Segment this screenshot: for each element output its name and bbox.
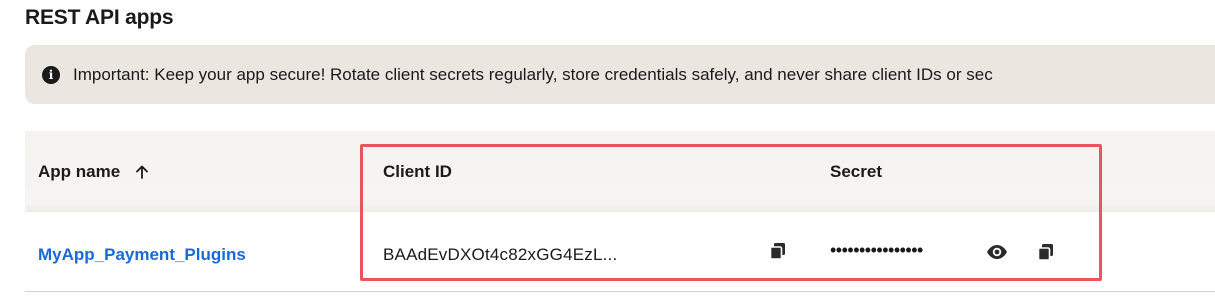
info-icon: i: [42, 65, 60, 84]
column-header-secret: Secret: [830, 162, 882, 181]
table-header: App name Client ID Secret: [25, 131, 1215, 212]
page-title: REST API apps: [25, 6, 174, 29]
secret-masked-value: ••••••••••••••••: [830, 240, 923, 260]
column-header-app-name[interactable]: App name: [38, 162, 150, 182]
column-header-app-name-label: App name: [38, 162, 121, 181]
table-row: MyApp_Payment_Plugins BAAdEvDXOt4c82xGG4…: [25, 212, 1215, 292]
copy-secret-icon[interactable]: [1035, 241, 1057, 263]
column-header-client-id: Client ID: [383, 162, 452, 181]
copy-client-id-icon[interactable]: [767, 240, 789, 262]
client-id-value: BAAdEvDXOt4c82xGG4EzL...: [383, 245, 618, 264]
app-name-link[interactable]: MyApp_Payment_Plugins: [38, 245, 246, 265]
arrow-up-icon[interactable]: [134, 164, 150, 180]
security-notice-text: Important: Keep your app secure! Rotate …: [73, 64, 993, 84]
rest-api-apps-page: REST API apps i Important: Keep your app…: [0, 0, 1215, 297]
security-notice-banner: i Important: Keep your app secure! Rotat…: [25, 45, 1215, 104]
eye-icon[interactable]: [986, 241, 1008, 263]
rest-api-apps-table: App name Client ID Secret MyApp_Payment_…: [25, 131, 1215, 292]
